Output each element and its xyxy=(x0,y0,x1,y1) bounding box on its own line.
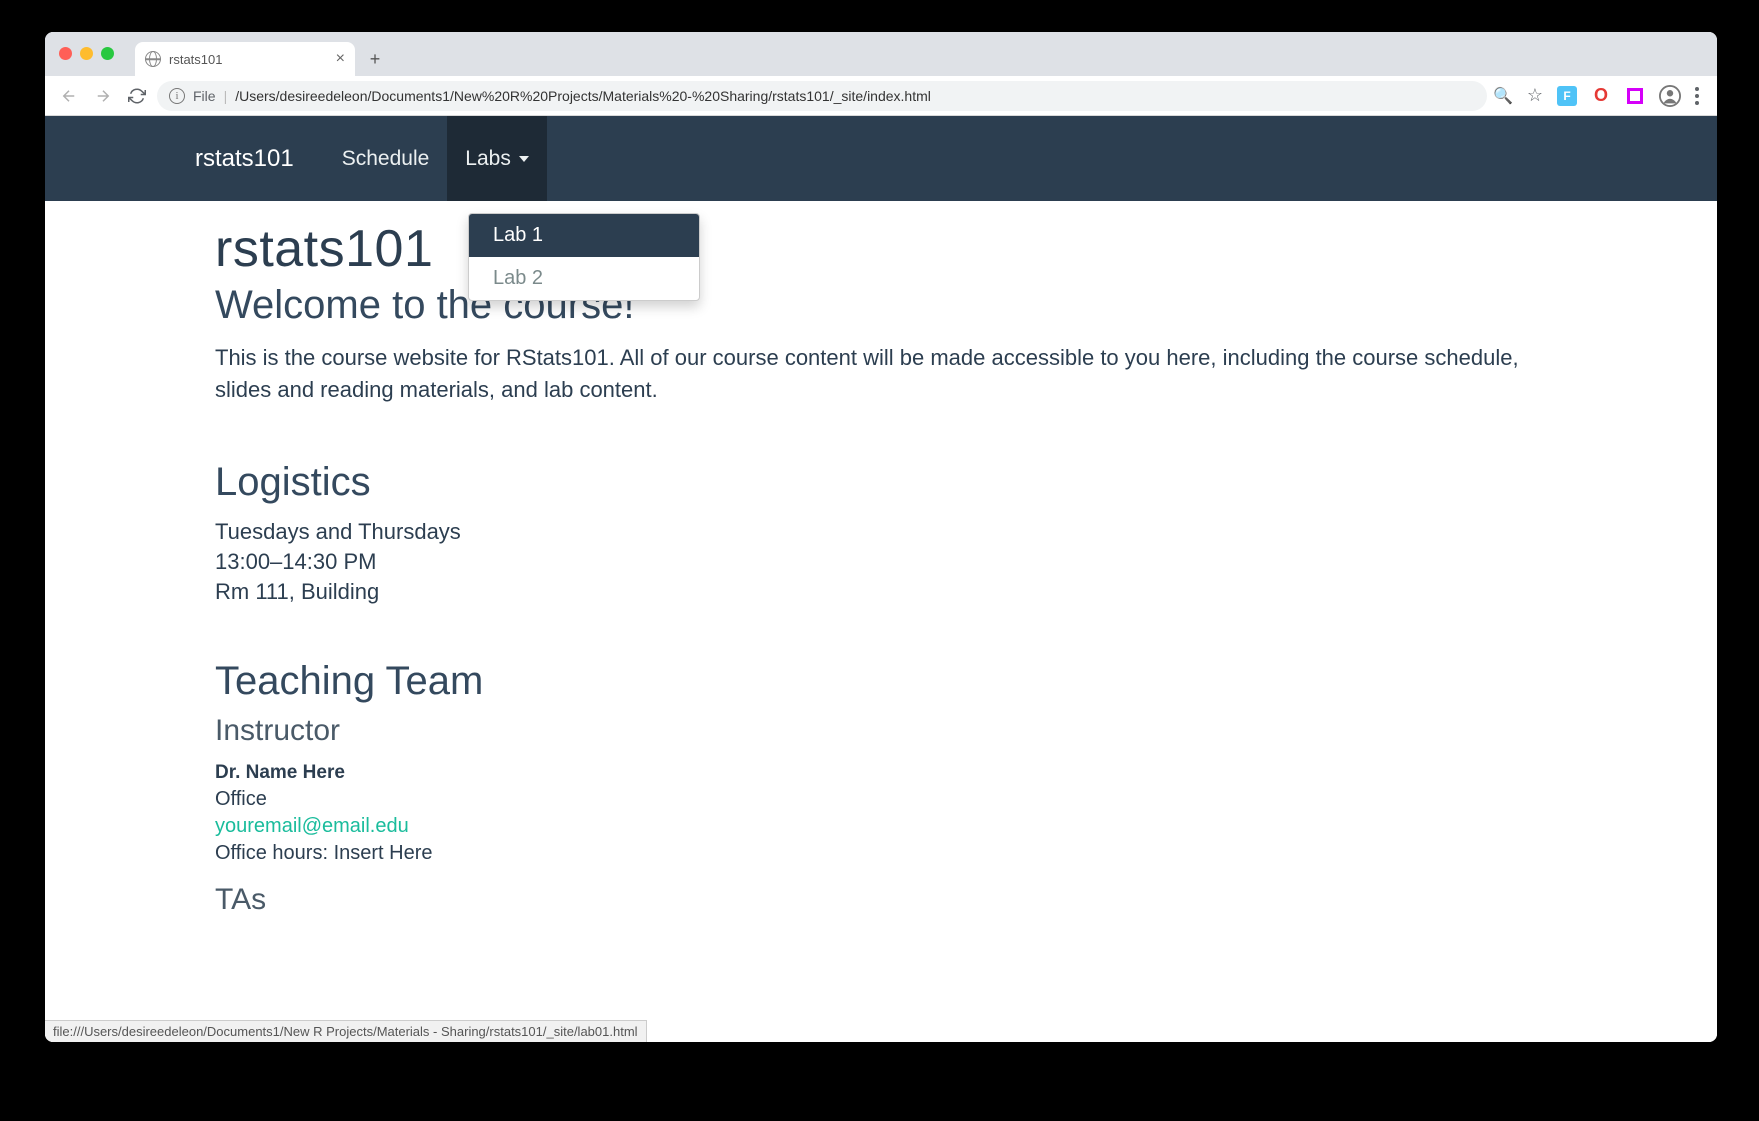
instructor-office: Office xyxy=(215,788,1567,811)
instructor-email-link[interactable]: youremail@email.edu xyxy=(215,815,409,837)
nav-link-schedule[interactable]: Schedule xyxy=(324,116,448,201)
instructor-hours: Office hours: Insert Here xyxy=(215,842,1567,865)
instructor-name: Dr. Name Here xyxy=(215,762,1567,784)
page-body: rstats101 Welcome to the course! This is… xyxy=(45,201,1717,917)
instructor-heading: Instructor xyxy=(215,714,1567,748)
logistics-block: Tuesdays and Thursdays 13:00–14:30 PM Rm… xyxy=(215,519,1567,605)
extension-f-icon[interactable]: F xyxy=(1557,86,1577,106)
page-title: rstats101 xyxy=(215,219,1567,279)
extension-square-icon[interactable] xyxy=(1625,86,1645,106)
forward-button[interactable] xyxy=(89,82,117,110)
intro-paragraph: This is the course website for RStats101… xyxy=(215,342,1545,406)
browser-window: rstats101 × + i File | /Users/desireedel… xyxy=(45,32,1717,1042)
bookmark-star-icon[interactable]: ☆ xyxy=(1527,85,1543,106)
window-controls xyxy=(59,47,114,60)
profile-avatar-icon[interactable] xyxy=(1659,85,1681,107)
tab-strip: rstats101 × + xyxy=(45,32,1717,76)
site-info-icon[interactable]: i xyxy=(169,88,185,104)
dropdown-item-lab1[interactable]: Lab 1 xyxy=(469,214,699,257)
logistics-line-1: Tuesdays and Thursdays xyxy=(215,519,1567,545)
logistics-heading: Logistics xyxy=(215,460,1567,505)
welcome-heading: Welcome to the course! xyxy=(215,283,1567,328)
url-path: /Users/desireedeleon/Documents1/New%20R%… xyxy=(235,88,931,104)
browser-tab[interactable]: rstats101 × xyxy=(135,42,355,76)
browser-menu-button[interactable] xyxy=(1695,87,1699,105)
site-navbar: rstats101 Schedule Labs xyxy=(45,116,1717,201)
status-bar: file:///Users/desireedeleon/Documents1/N… xyxy=(45,1020,647,1042)
back-button[interactable] xyxy=(55,82,83,110)
close-tab-button[interactable]: × xyxy=(336,50,345,68)
tas-heading: TAs xyxy=(215,883,1567,917)
tab-title: rstats101 xyxy=(169,52,222,67)
nav-link-labs-label: Labs xyxy=(465,147,511,171)
navbar-brand[interactable]: rstats101 xyxy=(195,145,294,173)
extension-o-icon[interactable]: O xyxy=(1591,86,1611,106)
toolbar-right: 🔍 ☆ F O xyxy=(1493,85,1707,107)
page-viewport: rstats101 Schedule Labs Lab 1 Lab 2 rsta… xyxy=(45,116,1717,1042)
browser-toolbar: i File | /Users/desireedeleon/Documents1… xyxy=(45,76,1717,116)
labs-dropdown: Lab 1 Lab 2 xyxy=(468,213,700,301)
caret-down-icon xyxy=(519,156,529,162)
dropdown-item-lab2[interactable]: Lab 2 xyxy=(469,257,699,300)
url-scheme-label: File xyxy=(193,88,216,104)
nav-link-labs[interactable]: Labs xyxy=(447,116,547,201)
maximize-window-button[interactable] xyxy=(101,47,114,60)
team-heading: Teaching Team xyxy=(215,659,1567,704)
minimize-window-button[interactable] xyxy=(80,47,93,60)
globe-icon xyxy=(145,51,161,67)
address-bar[interactable]: i File | /Users/desireedeleon/Documents1… xyxy=(157,81,1487,111)
logistics-line-2: 13:00–14:30 PM xyxy=(215,549,1567,575)
zoom-icon[interactable]: 🔍 xyxy=(1493,86,1513,106)
close-window-button[interactable] xyxy=(59,47,72,60)
reload-button[interactable] xyxy=(123,82,151,110)
logistics-line-3: Rm 111, Building xyxy=(215,579,1567,605)
new-tab-button[interactable]: + xyxy=(361,45,389,73)
